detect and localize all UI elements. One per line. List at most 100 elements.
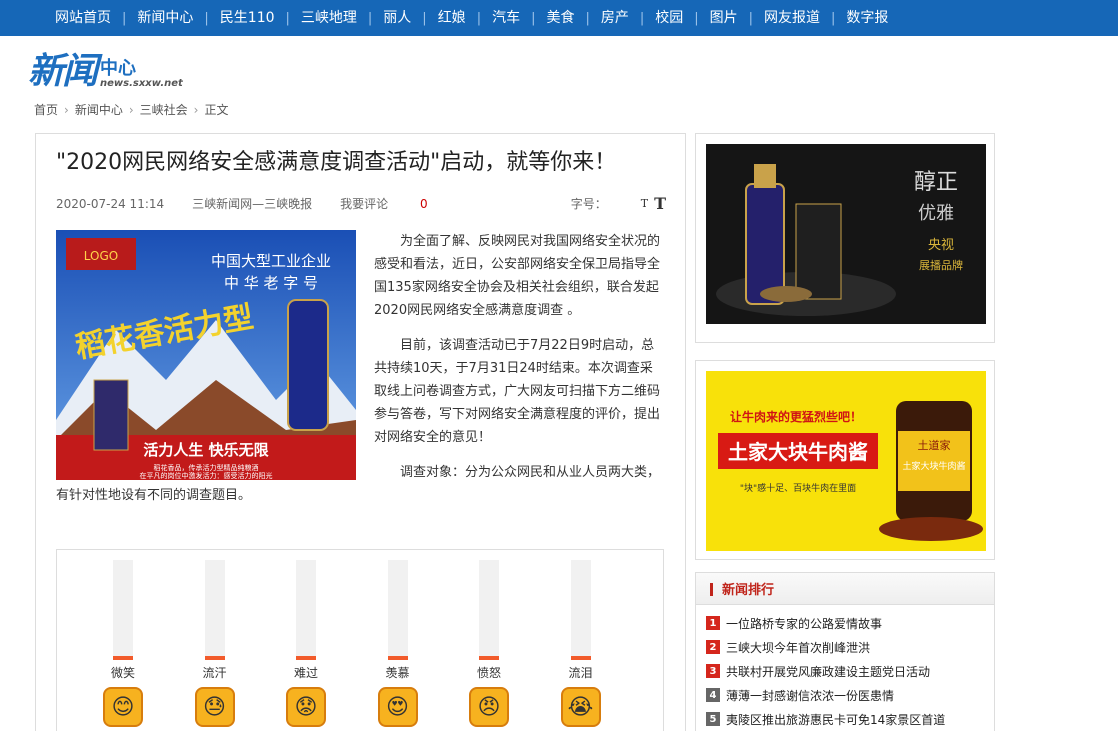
chevron-right-icon: › <box>128 102 134 117</box>
logo-main-text: 新闻 <box>28 51 98 92</box>
nav-link[interactable]: 网站首页 <box>44 0 122 36</box>
ad-line2: 中 华 老 字 号 <box>224 274 318 292</box>
ranking-link[interactable]: 三峡大坝今年首次削峰泄洪 <box>726 639 870 656</box>
mood-option[interactable]: 羡慕 😍 <box>368 560 428 727</box>
mood-label: 愤怒 <box>476 666 501 680</box>
mood-face-icon[interactable]: 😓 <box>194 687 235 727</box>
nav-item: | 新闻中心 <box>122 0 204 36</box>
font-large-button[interactable]: T <box>654 194 666 213</box>
nav-item: | 美食 <box>531 0 585 36</box>
article-date: 2020-07-24 11:14 <box>56 196 165 211</box>
nav-item: | 校园 <box>640 0 694 36</box>
mood-option[interactable]: 流泪 😭 <box>551 560 611 727</box>
nav-link[interactable]: 新闻中心 <box>126 0 204 36</box>
chevron-right-icon: › <box>64 102 69 117</box>
mood-option[interactable]: 愤怒 😠 <box>459 560 519 727</box>
mood-bar <box>204 560 225 660</box>
side-ad-1[interactable]: 醇正 优雅 央视 展播品牌 <box>695 133 995 343</box>
nav-link[interactable]: 汽车 <box>481 0 531 36</box>
ranking-item[interactable]: 4 薄薄一封感谢信浓浓一份医患情 <box>706 683 994 707</box>
nav-list: 网站首页 | 新闻中心 | 民生110 | 三峡地理 | 丽人 | 红娘 | 汽车 | 美食 | 房产 | 校园 | 图… <box>0 0 1118 36</box>
nav-link[interactable]: 数字报 <box>835 0 899 36</box>
svg-text:稻花香品，传承活力型精品纯粮酒: 稻花香品，传承活力型精品纯粮酒 <box>154 463 259 472</box>
article-title: "2020网民网络安全感满意度调查活动"启动，就等你来！ <box>56 150 617 175</box>
ranking-item[interactable]: 5 夷陵区推出旅游惠民卡可免14家景区首道 <box>706 707 994 731</box>
svg-text:展播品牌: 展播品牌 <box>919 258 963 272</box>
article-body: LOGO 中国大型工业企业 中 华 老 字 号 稻花香活力型 活力人生 快乐无限… <box>56 230 661 519</box>
mood-label: 微笑 <box>110 666 135 680</box>
nav-link[interactable]: 美食 <box>535 0 585 36</box>
ranking-item[interactable]: 2 三峡大坝今年首次削峰泄洪 <box>706 635 994 659</box>
nav-link[interactable]: 民生110 <box>209 0 286 36</box>
ranking-link[interactable]: 薄薄一封感谢信浓浓一份医患情 <box>726 687 894 704</box>
logo-domain: news.sxxw.net <box>100 78 183 89</box>
nav-item: | 图片 <box>694 0 748 36</box>
side-ad-liquor-image: 醇正 优雅 央视 展播品牌 <box>706 144 986 324</box>
ranking-link[interactable]: 夷陵区推出旅游惠民卡可免14家景区首道 <box>726 711 945 728</box>
mood-option[interactable]: 微笑 😊 <box>93 560 153 727</box>
nav-link[interactable]: 校园 <box>644 0 694 36</box>
comment-link[interactable]: 我要评论 0 <box>340 195 455 212</box>
rank-number: 2 <box>706 640 720 654</box>
mood-option[interactable]: 流汗 😓 <box>185 560 245 727</box>
svg-text:"块"感十足、百块牛肉在里面: "块"感十足、百块牛肉在里面 <box>740 482 856 494</box>
site-logo[interactable]: 新闻 中心 news.sxxw.net <box>28 50 183 92</box>
mood-option[interactable]: 难过 😟 <box>276 560 336 727</box>
nav-item: | 数字报 <box>831 0 899 36</box>
nav-link[interactable]: 网友报道 <box>753 0 831 36</box>
svg-text:在平凡的岗位中激发活力：感受活力的阳光: 在平凡的岗位中激发活力：感受活力的阳光 <box>140 471 273 480</box>
mood-bar-fill <box>570 656 591 658</box>
mood-face-icon[interactable]: 😟 <box>286 687 326 727</box>
breadcrumb-news[interactable]: 新闻中心 <box>75 101 123 118</box>
ranking-item[interactable]: 3 共联村开展党风廉政建设主题党日活动 <box>706 659 994 683</box>
rank-number: 5 <box>706 712 720 726</box>
article-meta: 2020-07-24 11:14 三峡新闻网—三峡晚报 我要评论 0 字号： T… <box>56 194 666 213</box>
ad-line1: 中国大型工业企业 <box>211 252 331 270</box>
breadcrumb-section[interactable]: 三峡社会 <box>140 101 188 118</box>
svg-text:优雅: 优雅 <box>918 203 954 224</box>
article-source[interactable]: 三峡新闻网—三峡晚报 <box>192 195 312 212</box>
mood-bar-fill <box>387 656 408 658</box>
liquor-ad-image: LOGO 中国大型工业企业 中 华 老 字 号 稻花香活力型 活力人生 快乐无限… <box>56 230 356 480</box>
mood-face-icon[interactable]: 😊 <box>103 687 143 727</box>
nav-link[interactable]: 房产 <box>590 0 640 36</box>
mood-label: 流汗 <box>202 666 227 680</box>
news-ranking: 新闻排行 1 一位路桥专家的公路爱情故事 2 三峡大坝今年首次削峰泄洪 3 共联村开展党风… <box>695 572 995 731</box>
mood-bar <box>387 560 408 660</box>
chevron-right-icon: › <box>193 102 199 117</box>
article-panel: "2020网民网络安全感满意度调查活动"启动，就等你来！ 2020-07-24 … <box>35 133 686 731</box>
ranking-link[interactable]: 一位路桥专家的公路爱情故事 <box>726 615 882 632</box>
inline-ad[interactable]: LOGO 中国大型工业企业 中 华 老 字 号 稻花香活力型 活力人生 快乐无限… <box>56 230 356 480</box>
side-ad-beef-sauce-image: 让牛肉来的更猛烈些吧！ 土家大块牛肉酱 "块"感十足、百块牛肉在里面 土道家 土… <box>706 371 986 551</box>
svg-text:央视: 央视 <box>928 238 954 253</box>
svg-text:LOGO: LOGO <box>84 249 118 263</box>
mood-bar-fill <box>113 656 133 658</box>
svg-text:土道家: 土道家 <box>918 438 951 452</box>
side-ad-2[interactable]: 让牛肉来的更猛烈些吧！ 土家大块牛肉酱 "块"感十足、百块牛肉在里面 土道家 土… <box>695 360 995 560</box>
ranking-link[interactable]: 共联村开展党风廉政建设主题党日活动 <box>726 663 930 680</box>
svg-text:土家大块牛肉酱: 土家大块牛肉酱 <box>728 440 868 464</box>
mood-face-icon[interactable]: 😠 <box>469 687 509 727</box>
rank-number: 4 <box>706 688 720 702</box>
nav-link[interactable]: 图片 <box>699 0 749 36</box>
breadcrumb-home[interactable]: 首页 <box>34 101 58 118</box>
nav-link[interactable]: 三峡地理 <box>290 0 368 36</box>
svg-text:土家大块牛肉酱: 土家大块牛肉酱 <box>902 460 965 472</box>
mood-face-icon[interactable]: 😭 <box>560 687 601 727</box>
mood-label: 羡慕 <box>385 666 410 680</box>
svg-text:醇正: 醇正 <box>914 170 958 195</box>
mood-bar-fill <box>204 656 225 658</box>
mood-bar <box>570 560 591 660</box>
font-small-button[interactable]: T <box>641 197 648 210</box>
nav-link[interactable]: 红娘 <box>427 0 477 36</box>
nav-item: | 红娘 <box>422 0 476 36</box>
mood-label: 流泪 <box>568 666 593 680</box>
mood-bar <box>113 560 133 660</box>
mood-face-icon[interactable]: 😍 <box>377 687 418 727</box>
nav-item: 网站首页 <box>44 0 122 36</box>
nav-link[interactable]: 丽人 <box>372 0 422 36</box>
comment-label: 我要评论 <box>340 197 389 211</box>
mood-bar <box>296 560 316 660</box>
svg-text:让牛肉来的更猛烈些吧！: 让牛肉来的更猛烈些吧！ <box>730 409 862 424</box>
ranking-item[interactable]: 1 一位路桥专家的公路爱情故事 <box>706 611 994 635</box>
